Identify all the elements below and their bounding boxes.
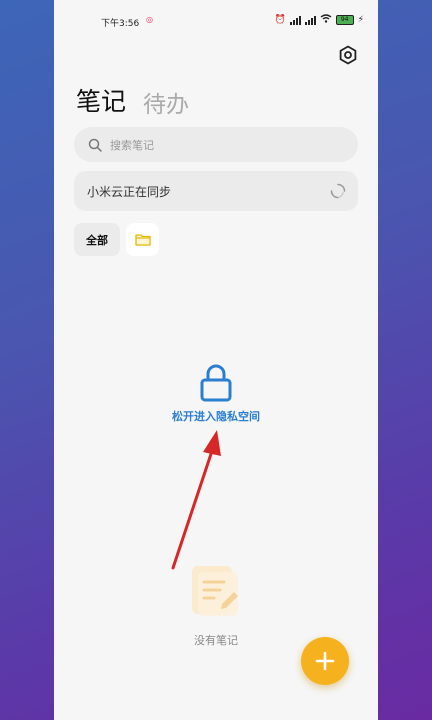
- signal-icon: [289, 15, 301, 25]
- lock-icon: [200, 364, 232, 402]
- search-placeholder: 搜索笔记: [110, 138, 154, 152]
- charging-icon: ⚡: [357, 15, 364, 25]
- status-icons: ⏰ 94 ⚡: [274, 14, 364, 26]
- plus-icon: [315, 651, 335, 671]
- empty-notes-icon: [192, 566, 238, 616]
- status-bar: 下午3:56 ◎ ⏰ 94 ⚡: [54, 0, 378, 40]
- folder-icon: [134, 234, 151, 246]
- filter-all-chip[interactable]: 全部: [74, 223, 120, 256]
- notes-app-screen: 下午3:56 ◎ ⏰ 94 ⚡ 笔记 待办 搜索笔记 小米云正在同步 全部 松开…: [54, 0, 378, 720]
- battery-icon: 94: [335, 15, 354, 25]
- tab-todo[interactable]: 待办: [143, 85, 189, 119]
- search-icon: [88, 138, 102, 152]
- battery-level: 94: [340, 16, 349, 23]
- alarm-icon: ⏰: [274, 15, 286, 25]
- signal-icon-2: [304, 15, 316, 25]
- tab-notes[interactable]: 笔记: [76, 82, 126, 118]
- add-note-button[interactable]: [301, 637, 349, 685]
- sync-spinner-icon: [330, 183, 346, 199]
- notification-icon: ◎: [146, 15, 153, 24]
- sync-banner[interactable]: 小米云正在同步: [74, 171, 358, 211]
- status-time: 下午3:56: [101, 19, 140, 29]
- private-space-hint: 松开进入隐私空间: [172, 410, 260, 423]
- settings-gear-icon[interactable]: [338, 45, 358, 65]
- wifi-icon: [320, 14, 332, 26]
- sync-text: 小米云正在同步: [87, 184, 172, 199]
- folder-chip[interactable]: [126, 223, 159, 256]
- search-bar[interactable]: 搜索笔记: [74, 127, 358, 162]
